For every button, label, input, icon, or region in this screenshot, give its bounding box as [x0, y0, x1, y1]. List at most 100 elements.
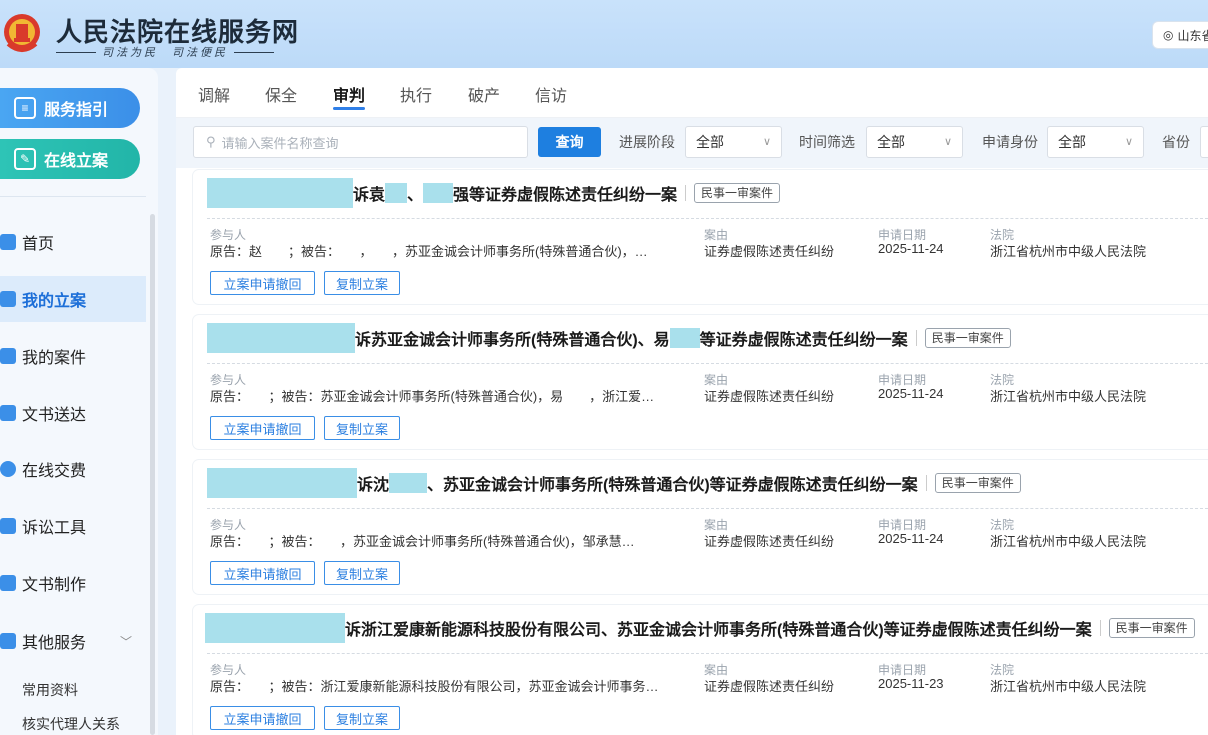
- chevron-down-icon: ∨: [762, 136, 771, 148]
- withdraw-filing-button[interactable]: 立案申请撤回: [210, 416, 315, 440]
- case-search-input[interactable]: ⚲ 请输入案件名称查询: [193, 126, 528, 158]
- court-value: 浙江省杭州市中级人民法院: [990, 679, 1147, 694]
- redacted-block: [669, 328, 700, 348]
- card-divider: [207, 653, 1208, 654]
- party-value: 原告：赵 ；被告： ， ，苏亚金诚会计师事务所(特殊普通合伙)，…: [210, 244, 648, 259]
- site-slogan: 司法为民 司法便民: [56, 44, 274, 60]
- copy-filing-button[interactable]: 复制立案: [324, 706, 400, 730]
- stage-filter-select[interactable]: 全部 ∨: [685, 126, 782, 158]
- title-separator: [685, 185, 687, 201]
- edit-icon: [0, 291, 16, 307]
- search-button[interactable]: 查询: [538, 127, 601, 157]
- identity-filter-select[interactable]: 全部 ∨: [1047, 126, 1144, 158]
- case-title[interactable]: 诉浙江爱康新能源科技股份有限公司、苏亚金诚会计师事务所(特殊普通合伙)等证券虚假…: [205, 605, 1195, 651]
- case-type-badge: 民事一审案件: [934, 473, 1021, 493]
- sidebar-item-my-filings[interactable]: 我的立案: [0, 276, 146, 322]
- check-icon: [0, 405, 16, 421]
- cause-value: 证券虚假陈述责任纠纷: [704, 389, 835, 404]
- province-filter-label: 省份: [1162, 134, 1190, 150]
- case-type-badge: 民事一审案件: [1108, 618, 1195, 638]
- sidebar-item-document-delivery[interactable]: 文书送达: [0, 390, 146, 436]
- sidebar-item-label: 文书制作: [22, 577, 87, 594]
- card-divider: [207, 363, 1208, 364]
- time-filter-label: 时间筛选: [799, 134, 855, 150]
- service-guide-button[interactable]: ≡ 服务指引: [0, 88, 140, 128]
- sidebar-item-home[interactable]: 首页: [0, 219, 146, 265]
- cause-value: 证券虚假陈述责任纠纷: [704, 244, 835, 259]
- location-selector[interactable]: ◎ 山东省: [1152, 21, 1208, 49]
- case-title[interactable]: 诉苏亚金诚会计师事务所(特殊普通合伙)、易 等证券虚假陈述责任纠纷一案 民事一审…: [207, 315, 1011, 361]
- case-title[interactable]: 诉沈 、苏亚金诚会计师事务所(特殊普通合伙)等证券虚假陈述责任纠纷一案 民事一审…: [207, 460, 1021, 506]
- withdraw-filing-button[interactable]: 立案申请撤回: [210, 561, 315, 585]
- copy-filing-button[interactable]: 复制立案: [324, 561, 400, 585]
- location-pin-icon: ◎: [1163, 28, 1174, 42]
- sidebar-item-other-services[interactable]: 其他服务 ﹀: [0, 618, 146, 664]
- sidebar-item-label: 诉讼工具: [22, 520, 87, 537]
- court-value: 浙江省杭州市中级人民法院: [990, 389, 1147, 404]
- sidebar-item-online-payment[interactable]: 在线交费: [0, 446, 146, 492]
- withdraw-filing-button[interactable]: 立案申请撤回: [210, 271, 315, 295]
- copy-filing-button[interactable]: 复制立案: [324, 271, 400, 295]
- court-emblem-icon: [4, 14, 40, 52]
- sidebar-subitem-common-materials[interactable]: 常用资料: [22, 680, 78, 700]
- tab-mediation[interactable]: 调解: [198, 82, 230, 106]
- location-text: 山东省: [1177, 28, 1208, 43]
- time-filter-select[interactable]: 全部 ∨: [866, 126, 963, 158]
- title-separator: [915, 330, 917, 346]
- party-value: 原告： ；被告： ，苏亚金诚会计师事务所(特殊普通合伙)，邹承慧…: [210, 534, 635, 549]
- sidebar-scrollbar[interactable]: [150, 214, 155, 735]
- sidebar-divider: [0, 196, 146, 197]
- title-separator: [1099, 620, 1101, 636]
- card-divider: [207, 508, 1208, 509]
- case-card: 诉浙江爱康新能源科技股份有限公司、苏亚金诚会计师事务所(特殊普通合伙)等证券虚假…: [193, 605, 1208, 735]
- sidebar-item-litigation-tools[interactable]: 诉讼工具: [0, 503, 146, 549]
- cause-value: 证券虚假陈述责任纠纷: [704, 679, 835, 694]
- sidebar-item-label: 文书送达: [22, 407, 87, 424]
- province-filter-select[interactable]: [1200, 126, 1208, 158]
- tab-bankruptcy[interactable]: 破产: [468, 82, 500, 106]
- tab-bar: 调解 保全 审判 执行 破产 信访: [176, 68, 1208, 118]
- search-placeholder: 请输入案件名称查询: [221, 135, 339, 151]
- main-panel: 调解 保全 审判 执行 破产 信访 ⚲ 请输入案件名称查询 查询 进展阶段 全部…: [176, 68, 1208, 735]
- redacted-block: [385, 183, 408, 203]
- redacted-block: [205, 613, 345, 643]
- site-header: 人民法院在线服务网 司法为民 司法便民 ◎ 山东省: [0, 0, 1208, 68]
- redacted-block: [207, 178, 353, 208]
- time-filter-value: 全部: [877, 134, 905, 150]
- list-icon: [0, 348, 16, 364]
- search-icon: ⚲: [206, 134, 216, 149]
- payment-icon: [0, 461, 16, 477]
- date-value: 2025-11-24: [878, 241, 944, 256]
- online-filing-button[interactable]: ✎ 在线立案: [0, 139, 140, 179]
- cause-value: 证券虚假陈述责任纠纷: [704, 534, 835, 549]
- redacted-block: [389, 473, 428, 493]
- sidebar-item-document-drafting[interactable]: 文书制作: [0, 560, 146, 606]
- service-guide-label: 服务指引: [44, 102, 109, 119]
- date-value: 2025-11-24: [878, 531, 944, 546]
- grid-icon: [0, 633, 16, 649]
- case-title[interactable]: 诉袁 、 强等证券虚假陈述责任纠纷一案 民事一审案件: [207, 170, 781, 216]
- tools-icon: [0, 518, 16, 534]
- tab-petition[interactable]: 信访: [535, 82, 567, 106]
- identity-filter-value: 全部: [1058, 134, 1086, 150]
- tab-trial[interactable]: 审判: [333, 82, 365, 106]
- party-value: 原告： ；被告：浙江爱康新能源科技股份有限公司，苏亚金诚会计师事务…: [210, 679, 659, 694]
- stage-filter-value: 全部: [696, 134, 724, 150]
- copy-filing-button[interactable]: 复制立案: [324, 416, 400, 440]
- case-type-badge: 民事一审案件: [924, 328, 1011, 348]
- withdraw-filing-button[interactable]: 立案申请撤回: [210, 706, 315, 730]
- case-type-badge: 民事一审案件: [694, 183, 781, 203]
- tab-enforcement[interactable]: 执行: [400, 82, 432, 106]
- identity-filter-label: 申请身份: [982, 134, 1038, 150]
- sidebar-item-label: 首页: [22, 236, 55, 253]
- sidebar-item-my-cases[interactable]: 我的案件: [0, 333, 146, 379]
- sidebar-subitem-verify-agent[interactable]: 核实代理人关系: [22, 714, 120, 734]
- redacted-block: [207, 323, 355, 353]
- date-value: 2025-11-23: [878, 676, 944, 691]
- court-value: 浙江省杭州市中级人民法院: [990, 244, 1147, 259]
- case-card: 诉沈 、苏亚金诚会计师事务所(特殊普通合伙)等证券虚假陈述责任纠纷一案 民事一审…: [193, 460, 1208, 594]
- sidebar-item-label: 在线交费: [22, 463, 87, 480]
- title-separator: [925, 475, 927, 491]
- tab-preservation[interactable]: 保全: [265, 82, 297, 106]
- card-divider: [207, 218, 1208, 219]
